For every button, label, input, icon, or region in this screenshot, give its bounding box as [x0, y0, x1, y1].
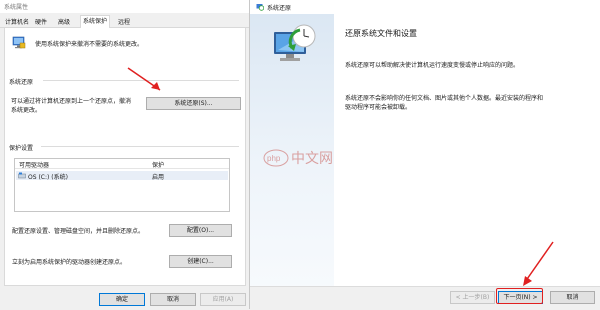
system-protection-panel: 使用系统保护来撤消不需要的系统更改。 系统还原 可以通过将计算机还原到上一个还原… [4, 28, 246, 286]
system-restore-icon [256, 4, 264, 11]
divider [41, 146, 239, 147]
restore-desc-line1: 可以通过将计算机还原到上一个还原点，撤消 [11, 98, 132, 105]
tab-system-protection[interactable]: 系统保护 [80, 15, 111, 29]
window-title: 系统还原 [267, 5, 292, 12]
column-header-drive[interactable]: 可用驱动器 [19, 160, 49, 169]
configure-desc: 配置还原设置、管理磁盘空间，并且删除还原点。 [12, 228, 145, 235]
next-button-highlight [496, 288, 543, 304]
system-properties-window: 系统属性 计算机名 硬件 高级 系统保护 远程 使用系统保护来撤消不需要的系统更… [0, 0, 250, 309]
create-desc: 立刻为启用系统保护的驱动器创建还原点。 [12, 259, 127, 266]
configure-button[interactable]: 配置(O)... [169, 224, 232, 237]
system-restore-button[interactable]: 系统还原(S)... [146, 97, 241, 110]
title-bar: 系统还原 [250, 0, 600, 14]
restore-desc-line2: 系统更改。 [11, 107, 42, 114]
cancel-button[interactable]: 取消 [150, 293, 196, 306]
list-header: 可用驱动器 保护 [15, 159, 229, 169]
cancel-button[interactable]: 取消 [550, 291, 595, 304]
back-button[interactable]: < 上一步(B) [450, 291, 495, 304]
drive-icon [18, 172, 26, 179]
intro-text: 使用系统保护来撤消不需要的系统更改。 [35, 41, 144, 48]
divider [43, 80, 239, 81]
drive-name: OS (C:) (系统) [28, 174, 68, 181]
ok-button[interactable]: 确定 [99, 293, 145, 306]
wizard-footer: < 上一步(B) 下一页(N) > 取消 [250, 286, 600, 310]
window-title: 系统属性 [4, 4, 29, 11]
svg-text:中文网: 中文网 [291, 151, 333, 167]
title-bar: 系统属性 [0, 0, 249, 13]
protection-status: 启用 [152, 174, 165, 181]
restore-note-line2: 驱动程序可能会被卸载。 [345, 104, 412, 111]
watermark: php 中文网 [263, 145, 343, 173]
restore-group-label: 系统还原 [9, 79, 34, 86]
restore-info-text: 系统还原可以帮助解决使计算机运行速度变慢或停止响应的问题。 [345, 62, 520, 69]
column-header-protection[interactable]: 保护 [152, 160, 164, 169]
page-title: 还原系统文件和设置 [345, 29, 417, 38]
php-logo-icon: php 中文网 [263, 149, 333, 167]
protection-group-label: 保护设置 [9, 145, 34, 152]
tab-strip: 计算机名 硬件 高级 系统保护 远程 [0, 15, 249, 29]
computer-icon [12, 36, 26, 49]
restore-note-line1: 系统还原不会影响你的任何文档、图片或其他个人数据。最近安装的程序和 [345, 95, 544, 102]
create-button[interactable]: 创建(C)... [169, 255, 232, 268]
restore-computer-icon [274, 24, 316, 61]
svg-text:php: php [267, 154, 281, 163]
table-row[interactable]: OS (C:) (系统) 启用 [16, 171, 228, 181]
apply-button[interactable]: 应用(A) [200, 293, 246, 306]
drive-list[interactable]: 可用驱动器 保护 OS (C:) (系统) 启用 [14, 158, 230, 212]
